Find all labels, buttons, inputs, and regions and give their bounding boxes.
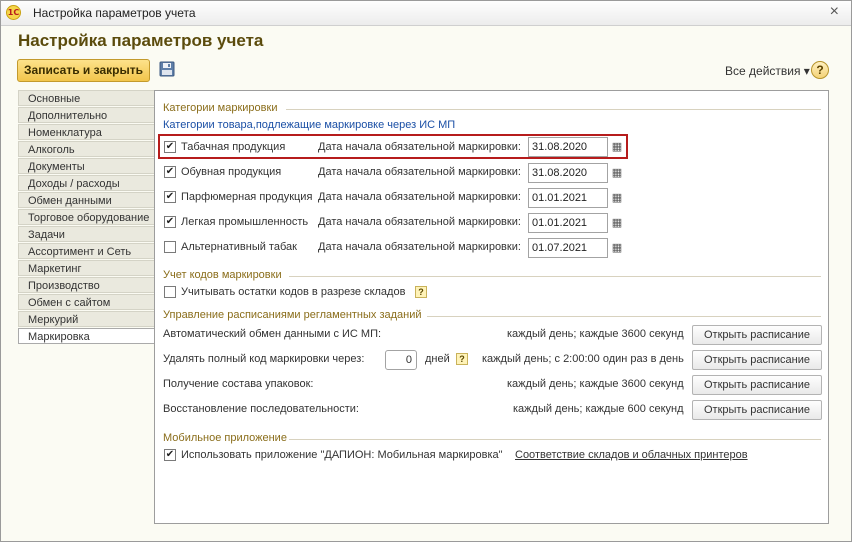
open-schedule-button[interactable]: Открыть расписание (692, 350, 822, 370)
delete-code-label: Удалять полный код маркировки через: (163, 353, 365, 365)
help-icon[interactable]: ? (415, 286, 427, 298)
auto-exchange-label: Автоматический обмен данными с ИС МП: (163, 328, 382, 340)
sidebar-item-alcohol[interactable]: Алкоголь (18, 141, 155, 157)
warehouse-printers-link[interactable]: Соответствие складов и облачных принтеро… (515, 449, 748, 461)
calendar-icon[interactable]: ▦ (610, 191, 624, 205)
date-label: Дата начала обязательной маркировки: (318, 166, 521, 178)
marking-subtitle: Категории товара,подлежащие маркировке ч… (163, 119, 456, 131)
title-bar: 1С Настройка параметров учета × (1, 1, 851, 26)
sidebar-item-marking[interactable]: Маркировка (18, 328, 155, 344)
window-title: Настройка параметров учета (33, 6, 196, 20)
days-unit-label: дней (425, 353, 450, 365)
use-mobile-app-label: Использовать приложение "ДАПИОН: Мобильн… (181, 449, 503, 461)
save-and-close-button[interactable]: Записать и закрыть (17, 59, 150, 82)
sidebar-item-trade-equipment[interactable]: Торговое оборудование (18, 209, 155, 225)
page-title: Настройка параметров учета (18, 31, 264, 50)
use-mobile-app-checkbox[interactable]: ✔ (164, 449, 176, 461)
date-label: Дата начала обязательной маркировки: (318, 141, 521, 153)
shoes-label: Обувная продукция (181, 166, 282, 178)
sidebar-item-additional[interactable]: Дополнительно (18, 107, 155, 123)
open-schedule-button[interactable]: Открыть расписание (692, 400, 822, 420)
sidebar: Основные Дополнительно Номенклатура Алко… (18, 90, 155, 345)
section-divider (286, 109, 821, 110)
perfume-checkbox[interactable]: ✔ (164, 191, 176, 203)
sidebar-item-documents[interactable]: Документы (18, 158, 155, 174)
calendar-icon[interactable]: ▦ (610, 241, 624, 255)
section-divider (289, 276, 821, 277)
codes-section-title: Учет кодов маркировки (163, 269, 282, 281)
help-icon[interactable]: ? (456, 353, 468, 365)
alt-tobacco-checkbox[interactable] (164, 241, 176, 253)
delete-code-schedule: каждый день; с 2:00:00 один раз в день (482, 353, 684, 365)
open-schedule-button[interactable]: Открыть расписание (692, 325, 822, 345)
shoes-date-input[interactable]: 31.08.2020 (528, 163, 608, 183)
codes-by-warehouse-label: Учитывать остатки кодов в разрезе складо… (181, 286, 406, 298)
alt-tobacco-label: Альтернативный табак (181, 241, 297, 253)
sequence-restore-label: Восстановление последовательности: (163, 403, 359, 415)
sidebar-item-tasks[interactable]: Задачи (18, 226, 155, 242)
date-label: Дата начала обязательной маркировки: (318, 241, 521, 253)
sidebar-item-production[interactable]: Производство (18, 277, 155, 293)
shoes-checkbox[interactable]: ✔ (164, 166, 176, 178)
mobile-section-title: Мобильное приложение (163, 432, 287, 444)
codes-by-warehouse-checkbox[interactable] (164, 286, 176, 298)
auto-exchange-schedule: каждый день; каждые 3600 секунд (507, 328, 684, 340)
date-label: Дата начала обязательной маркировки: (318, 191, 521, 203)
tobacco-label: Табачная продукция (181, 141, 286, 153)
days-input[interactable]: 0 (385, 350, 417, 370)
packages-label: Получение состава упаковок: (163, 378, 314, 390)
save-icon[interactable] (159, 61, 175, 77)
app-logo-icon: 1С (6, 5, 21, 20)
light-industry-label: Легкая промышленность (181, 216, 309, 228)
sidebar-item-income-expenses[interactable]: Доходы / расходы (18, 175, 155, 191)
alt-tobacco-date-input[interactable]: 01.07.2021 (528, 238, 608, 258)
sidebar-item-marketing[interactable]: Маркетинг (18, 260, 155, 276)
marking-categories-section-title: Категории маркировки (163, 102, 278, 114)
date-label: Дата начала обязательной маркировки: (318, 216, 521, 228)
all-actions-menu[interactable]: Все действия ▾ (725, 64, 810, 78)
sidebar-item-nomenclature[interactable]: Номенклатура (18, 124, 155, 140)
packages-schedule: каждый день; каждые 3600 секунд (507, 378, 684, 390)
section-divider (289, 439, 821, 440)
sidebar-item-site-exchange[interactable]: Обмен с сайтом (18, 294, 155, 310)
calendar-icon[interactable]: ▦ (610, 216, 624, 230)
calendar-icon[interactable]: ▦ (610, 140, 624, 154)
open-schedule-button[interactable]: Открыть расписание (692, 375, 822, 395)
close-icon[interactable]: × (830, 3, 839, 21)
sequence-restore-schedule: каждый день; каждые 600 секунд (513, 403, 684, 415)
sidebar-item-assortment[interactable]: Ассортимент и Сеть (18, 243, 155, 259)
help-icon[interactable]: ? (811, 61, 829, 79)
sidebar-item-data-exchange[interactable]: Обмен данными (18, 192, 155, 208)
tobacco-checkbox[interactable]: ✔ (164, 141, 176, 153)
perfume-label: Парфюмерная продукция (181, 191, 313, 203)
calendar-icon[interactable]: ▦ (610, 166, 624, 180)
schedule-section-title: Управление расписаниями регламентных зад… (163, 309, 422, 321)
settings-window: 1С Настройка параметров учета × Настройк… (0, 0, 852, 542)
perfume-date-input[interactable]: 01.01.2021 (528, 188, 608, 208)
light-industry-checkbox[interactable]: ✔ (164, 216, 176, 228)
light-industry-date-input[interactable]: 01.01.2021 (528, 213, 608, 233)
sidebar-item-main[interactable]: Основные (18, 90, 155, 106)
sidebar-item-mercury[interactable]: Меркурий (18, 311, 155, 327)
tobacco-date-input[interactable]: 31.08.2020 (528, 137, 608, 157)
section-divider (427, 316, 821, 317)
